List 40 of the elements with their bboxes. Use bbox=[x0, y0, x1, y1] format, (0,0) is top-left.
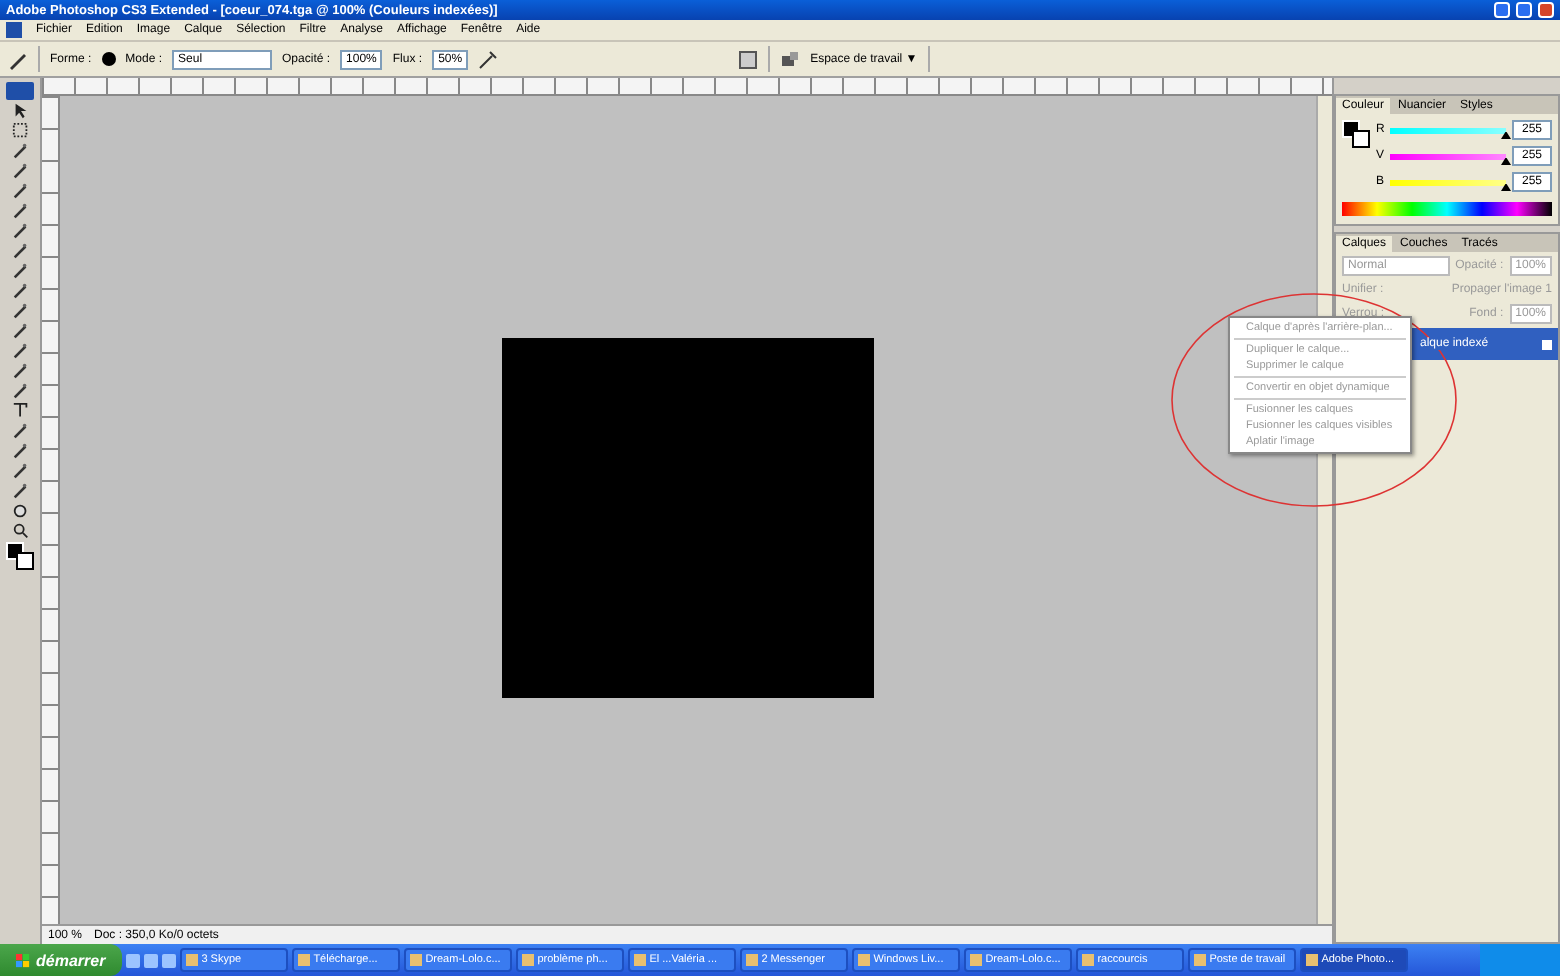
tool-icon[interactable] bbox=[11, 302, 29, 320]
app-icon bbox=[6, 22, 22, 38]
brush-icon[interactable] bbox=[8, 49, 28, 69]
tool-icon[interactable] bbox=[11, 142, 29, 160]
brush-preset[interactable] bbox=[101, 52, 116, 66]
slider-thumb[interactable] bbox=[1501, 183, 1511, 191]
tool-icon[interactable] bbox=[11, 322, 29, 340]
tool-icon[interactable] bbox=[11, 482, 29, 500]
color-spectrum[interactable] bbox=[1342, 202, 1552, 216]
tool-icon[interactable] bbox=[11, 222, 29, 240]
color-swatches[interactable] bbox=[1342, 120, 1370, 148]
tool-icon[interactable] bbox=[11, 262, 29, 280]
tool-icon[interactable] bbox=[11, 522, 29, 540]
tool-icon[interactable] bbox=[11, 202, 29, 220]
restore-button[interactable] bbox=[1516, 2, 1532, 18]
app-logo bbox=[6, 82, 34, 100]
minimize-button[interactable] bbox=[1494, 2, 1510, 18]
tool-icon[interactable] bbox=[11, 342, 29, 360]
color-swatches[interactable] bbox=[6, 542, 34, 570]
airbrush-icon[interactable] bbox=[478, 49, 499, 69]
channel-slider[interactable] bbox=[1390, 179, 1506, 185]
channel-slider[interactable] bbox=[1390, 127, 1506, 133]
tool-icon[interactable] bbox=[11, 502, 29, 520]
tool-icon[interactable] bbox=[11, 422, 29, 440]
tool-icon[interactable] bbox=[11, 462, 29, 480]
slider-thumb[interactable] bbox=[1501, 157, 1511, 165]
system-tray bbox=[1480, 944, 1560, 976]
tool-icon[interactable] bbox=[11, 402, 29, 420]
tool-icon[interactable] bbox=[11, 362, 29, 380]
channel-slider[interactable] bbox=[1390, 153, 1506, 159]
flag-icon bbox=[16, 953, 30, 967]
tool-icon[interactable] bbox=[11, 162, 29, 180]
tool-icon[interactable] bbox=[11, 182, 29, 200]
tool-icon[interactable] bbox=[11, 442, 29, 460]
tool-icon[interactable] bbox=[11, 382, 29, 400]
start-button[interactable]: démarrer bbox=[0, 944, 122, 976]
close-button[interactable] bbox=[1538, 2, 1554, 18]
tool-icon[interactable] bbox=[11, 242, 29, 260]
slider-thumb[interactable] bbox=[1501, 131, 1511, 139]
tool-icon[interactable] bbox=[11, 282, 29, 300]
